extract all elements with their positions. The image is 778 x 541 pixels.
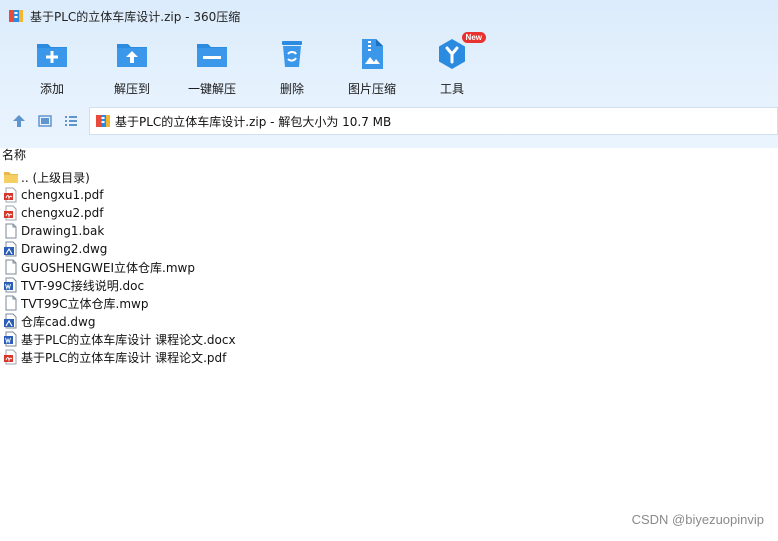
extract-to-label: 解压到 [113,82,150,96]
file-name: 仓库cad.dwg [21,314,96,329]
folder-icon [4,172,18,183]
file-name: GUOSHENGWEI立体仓库.mwp [21,260,195,275]
add-button[interactable]: 添加 [12,36,92,100]
file-list-item[interactable]: Drawing1.bak [0,222,778,240]
file-list-item[interactable]: 基于PLC的立体车库设计 课程论文.pdf [0,348,778,366]
one-click-extract-icon [197,44,227,67]
new-badge: New [461,32,486,43]
file-list-item[interactable]: TVT-99C接线说明.doc [0,276,778,294]
file-list-item[interactable]: Drawing2.dwg [0,240,778,258]
extract-folder-icon [117,44,147,67]
file-name: 基于PLC的立体车库设计 课程论文.pdf [21,350,227,365]
extract-to-button[interactable]: 解压到 [92,36,172,100]
one-click-extract-button[interactable]: 一键解压 [172,36,252,100]
recycle-bin-icon [282,41,302,67]
file-name: Drawing1.bak [21,224,105,238]
file-name: chengxu2.pdf [21,206,104,220]
zip-archive-icon [96,115,110,127]
file-name: TVT99C立体仓库.mwp [21,296,149,311]
window-header: 基于PLC的立体车库设计.zip - 360压缩 添加 解压到 一键解压 删除 … [0,0,778,148]
tools-label: 工具 [439,82,464,96]
address-bar[interactable]: 基于PLC的立体车库设计.zip - 解包大小为 10.7 MB [89,107,778,135]
dwg-file-icon [4,313,17,329]
column-name-label: 名称 [2,148,27,162]
up-arrow-icon[interactable] [11,113,27,129]
tools-button[interactable]: New 工具 [412,32,492,100]
pdf-file-icon [4,205,17,221]
pdf-file-icon [4,349,17,365]
window-title: 基于PLC的立体车库设计.zip - 360压缩 [30,9,241,24]
dwg-file-icon [4,241,17,257]
navigation-bar: 基于PLC的立体车库设计.zip - 解包大小为 10.7 MB [0,106,778,136]
blank-file-icon [5,223,17,239]
file-name: Drawing2.dwg [21,242,108,256]
blank-file-icon [5,259,17,275]
add-label: 添加 [39,82,64,96]
file-list-item[interactable]: 仓库cad.dwg [0,312,778,330]
file-list-item[interactable]: TVT99C立体仓库.mwp [0,294,778,312]
delete-label: 删除 [279,82,304,96]
file-list-item[interactable]: chengxu2.pdf [0,204,778,222]
one-click-extract-label: 一键解压 [187,82,236,96]
file-name: chengxu1.pdf [21,188,104,202]
list-view-icon[interactable] [63,113,79,129]
watermark: CSDN @biyezuopinvip [631,512,764,527]
image-compress-label: 图片压缩 [347,82,396,96]
blank-file-icon [5,295,17,311]
file-name: 基于PLC的立体车库设计 课程论文.docx [21,332,236,347]
word-file-icon [4,277,17,293]
file-list-item[interactable]: 基于PLC的立体车库设计 课程论文.docx [0,330,778,348]
file-list-item[interactable]: chengxu1.pdf [0,186,778,204]
file-list-item[interactable]: GUOSHENGWEI立体仓库.mwp [0,258,778,276]
image-compress-icon [362,39,383,69]
pdf-file-icon [4,187,17,203]
thumbnail-view-icon[interactable] [37,113,53,129]
delete-button[interactable]: 删除 [252,36,332,100]
add-folder-icon [37,44,67,67]
column-header-name[interactable]: 名称 [0,148,778,168]
file-name: TVT-99C接线说明.doc [21,278,145,293]
toolbar: 添加 解压到 一键解压 删除 图片压缩 New 工具 [0,32,778,100]
file-list-item[interactable]: .. (上级目录) [0,168,778,186]
zip-archive-icon [9,10,23,22]
file-name: .. (上级目录) [21,170,90,185]
file-list: .. (上级目录) chengxu1.pdf chengxu2.pdf Drawing… [0,168,778,366]
word-file-icon [4,331,17,347]
image-compress-button[interactable]: 图片压缩 [332,36,412,100]
title-bar: 基于PLC的立体车库设计.zip - 360压缩 [0,0,778,32]
archive-path-text: 基于PLC的立体车库设计.zip - 解包大小为 10.7 MB [115,114,392,129]
